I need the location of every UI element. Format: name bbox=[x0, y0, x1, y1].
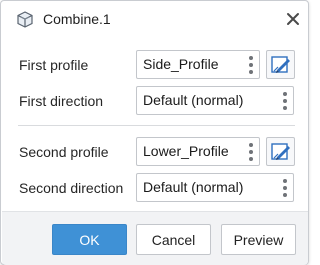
ok-button[interactable]: OK bbox=[52, 224, 127, 255]
second-direction-value: Default (normal) bbox=[143, 179, 244, 195]
second-direction-label: Second direction bbox=[19, 180, 124, 196]
close-button[interactable] bbox=[284, 10, 302, 28]
second-profile-select[interactable]: Lower_Profile bbox=[136, 137, 260, 166]
first-direction-value: Default (normal) bbox=[143, 92, 244, 108]
combine-feature-icon bbox=[16, 11, 34, 29]
title-bar: Combine.1 bbox=[1, 1, 308, 37]
combine-dialog: Combine.1 First profile Side_Profile Fir… bbox=[0, 0, 309, 265]
kebab-menu-icon[interactable] bbox=[283, 92, 287, 110]
section-divider bbox=[18, 125, 295, 126]
first-profile-label: First profile bbox=[19, 57, 89, 73]
first-direction-select[interactable]: Default (normal) bbox=[136, 86, 294, 115]
second-profile-label: Second profile bbox=[19, 144, 109, 160]
first-profile-value: Side_Profile bbox=[143, 56, 219, 72]
cancel-button[interactable]: Cancel bbox=[136, 224, 211, 255]
sketch-edit-icon bbox=[270, 142, 290, 160]
kebab-menu-icon[interactable] bbox=[249, 56, 253, 74]
button-bar: OK Cancel Preview bbox=[2, 211, 308, 265]
first-profile-select[interactable]: Side_Profile bbox=[136, 50, 260, 79]
edit-second-profile-button[interactable] bbox=[266, 137, 295, 166]
preview-button[interactable]: Preview bbox=[221, 224, 296, 255]
second-profile-value: Lower_Profile bbox=[143, 143, 229, 159]
dialog-title: Combine.1 bbox=[43, 11, 111, 27]
close-icon bbox=[287, 13, 299, 25]
sketch-edit-icon bbox=[270, 55, 290, 73]
second-direction-select[interactable]: Default (normal) bbox=[136, 173, 294, 202]
kebab-menu-icon[interactable] bbox=[283, 179, 287, 197]
kebab-menu-icon[interactable] bbox=[249, 143, 253, 161]
edit-first-profile-button[interactable] bbox=[266, 50, 295, 79]
dialog-body: First profile Side_Profile First directi… bbox=[2, 37, 307, 209]
first-direction-label: First direction bbox=[19, 93, 104, 109]
